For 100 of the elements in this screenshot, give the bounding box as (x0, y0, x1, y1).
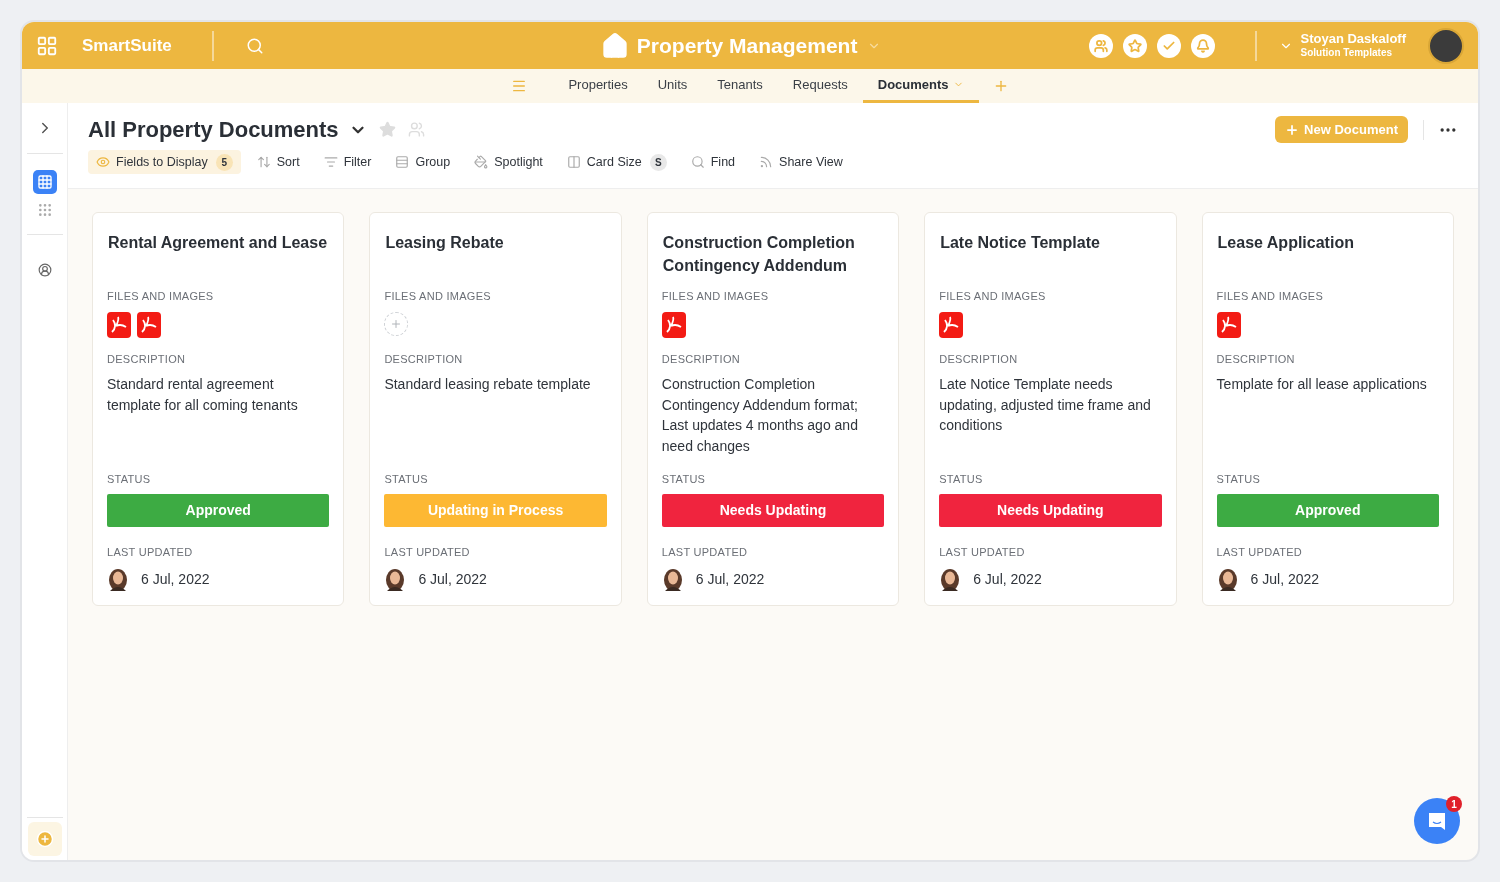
field-label: STATUS (107, 472, 152, 487)
plus-circle-icon (35, 830, 54, 848)
field-label: FILES AND IMAGES (661, 289, 770, 304)
field-label: FILES AND IMAGES (1216, 289, 1325, 304)
chat-button[interactable] (1414, 798, 1460, 844)
eye-icon (96, 155, 110, 169)
pdf-file-icon[interactable] (137, 311, 161, 338)
field-label: LAST UPDATED (384, 544, 471, 560)
date-text: 6 Jul, 2022 (973, 569, 1042, 589)
field-label: FILES AND IMAGES (939, 289, 1047, 304)
field-label: STATUS (384, 472, 429, 487)
avatar (661, 567, 684, 591)
document-card[interactable]: Lease Application FILES AND IMAGES DESCRIPTION Template for all lease applications STATUS Approved LAST UPDATED 6 Jul, 2022 (1201, 212, 1454, 606)
date-text: 6 Jul, 2022 (695, 569, 765, 589)
date-text: 6 Jul, 2022 (418, 569, 487, 589)
field-label: DESCRIPTION (661, 351, 741, 367)
resize-icon (566, 155, 581, 169)
feed-icon (759, 155, 774, 169)
team-icon[interactable] (407, 121, 425, 138)
document-card[interactable]: Rental Agreement and Lease FILES AND IMAGES DESCRIPTION Standard rental agreement template for all coming tenants STATUS Approved LAST UPDATED 6 Jul, 2022 (92, 212, 345, 606)
toolbar-button[interactable]: Sort (248, 150, 308, 174)
user-circle-icon[interactable] (37, 263, 52, 277)
apps-menu-icon[interactable] (36, 34, 58, 57)
pdf-file-icon[interactable] (1216, 311, 1241, 338)
toolbar-button[interactable]: Spotlight (466, 150, 551, 174)
sort-icon (256, 155, 271, 169)
date-text: 6 Jul, 2022 (141, 569, 210, 589)
description-text: Standard rental agreement template for all coming tenants (107, 375, 299, 415)
document-card[interactable]: Late Notice Template FILES AND IMAGES DESCRIPTION Late Notice Template needs updating, adjusted time frame and conditions STATUS Needs Updating LAST UPDATED 6 Jul, 2022 (924, 212, 1177, 606)
field-label: STATUS (939, 472, 984, 487)
field-label: FILES AND IMAGES (107, 289, 215, 304)
field-label: DESCRIPTION (1216, 351, 1296, 367)
description-text: Construction Completion Contingency Addendum format; Last updates 4 months ago and need changes (661, 375, 859, 456)
filter-icon (323, 155, 338, 169)
toolbar-button[interactable]: Card Size S (558, 150, 675, 174)
group-icon (395, 155, 410, 169)
pdf-file-icon[interactable] (107, 311, 131, 338)
user-avatar[interactable] (1428, 27, 1464, 64)
field-label: LAST UPDATED (661, 544, 749, 560)
toolbar-button[interactable]: Filter (315, 150, 380, 174)
card-title: Construction Completion Contingency Addendum (661, 233, 856, 276)
status-label: Approved (1216, 493, 1439, 527)
card-title: Rental Agreement and Lease (107, 233, 329, 253)
card-title: Lease Application (1216, 233, 1355, 253)
pdf-file-icon[interactable] (661, 311, 686, 338)
tab[interactable]: Units (642, 69, 703, 103)
tab[interactable]: Tenants (702, 69, 778, 103)
field-label: LAST UPDATED (1216, 544, 1303, 560)
plus-icon (390, 317, 403, 330)
avatar (939, 567, 962, 591)
avatar (107, 567, 129, 591)
dots-grid-icon[interactable] (36, 202, 53, 218)
search-icon (690, 155, 705, 169)
field-label: DESCRIPTION (939, 351, 1019, 367)
count-badge: 5 (215, 153, 233, 171)
paint-bucket-icon (474, 155, 489, 169)
field-label: LAST UPDATED (939, 544, 1026, 560)
card-title: Late Notice Template (939, 233, 1101, 253)
description-text: Late Notice Template needs updating, adjusted time frame and conditions (939, 375, 1152, 435)
star-icon[interactable] (378, 121, 396, 138)
field-label: STATUS (1216, 472, 1261, 487)
user-subtitle: Solution Templates (1300, 47, 1393, 60)
toolbar-button[interactable]: Group (387, 150, 459, 174)
status-label: Needs Updating (939, 493, 1162, 527)
field-label: STATUS (661, 472, 707, 487)
tab[interactable]: Requests (777, 69, 863, 103)
search-icon[interactable] (245, 36, 264, 55)
chat-icon (1427, 811, 1447, 831)
menu-icon[interactable] (511, 78, 528, 94)
document-card[interactable] (646, 212, 900, 606)
date-text: 6 Jul, 2022 (1250, 569, 1320, 589)
view-title: All Property Documents (88, 116, 339, 144)
bell-icon[interactable] (1190, 33, 1215, 58)
house-icon (600, 31, 629, 60)
status-label: Needs Updating (661, 493, 885, 527)
pdf-file-icon[interactable] (939, 311, 964, 338)
team-icon[interactable] (1088, 33, 1113, 58)
card-title: Leasing Rebate (384, 233, 505, 253)
field-label: FILES AND IMAGES (384, 289, 492, 304)
avatar (1216, 567, 1239, 591)
count-badge: S (649, 153, 667, 171)
grid-view-icon[interactable] (32, 170, 57, 194)
field-label: DESCRIPTION (107, 351, 187, 367)
user-name: Stoyan Daskaloff (1300, 31, 1406, 48)
toolbar-button[interactable]: Fields to Display 5 (88, 150, 241, 174)
status-label: Updating in Process (384, 493, 607, 527)
toolbar-button[interactable]: Share View (751, 150, 851, 174)
description-text: Standard leasing rebate template (384, 375, 592, 394)
toolbar-button[interactable]: Find (682, 150, 744, 174)
plus-icon (1285, 122, 1300, 137)
notification-badge: 1 (1446, 796, 1462, 812)
field-label: LAST UPDATED (107, 544, 194, 560)
field-label: DESCRIPTION (384, 351, 464, 367)
add-button[interactable] (27, 822, 62, 856)
avatar (384, 567, 407, 591)
description-text: Template for all lease applications (1216, 375, 1428, 394)
tab[interactable]: Properties (553, 69, 643, 103)
document-card[interactable]: Leasing Rebate FILES AND IMAGES DESCRIPTION Standard leasing rebate template STATUS Updating in Process LAST UPDATED 6 Jul, 2022 (369, 212, 622, 606)
status-label: Approved (107, 493, 330, 527)
check-icon[interactable] (1156, 33, 1181, 58)
